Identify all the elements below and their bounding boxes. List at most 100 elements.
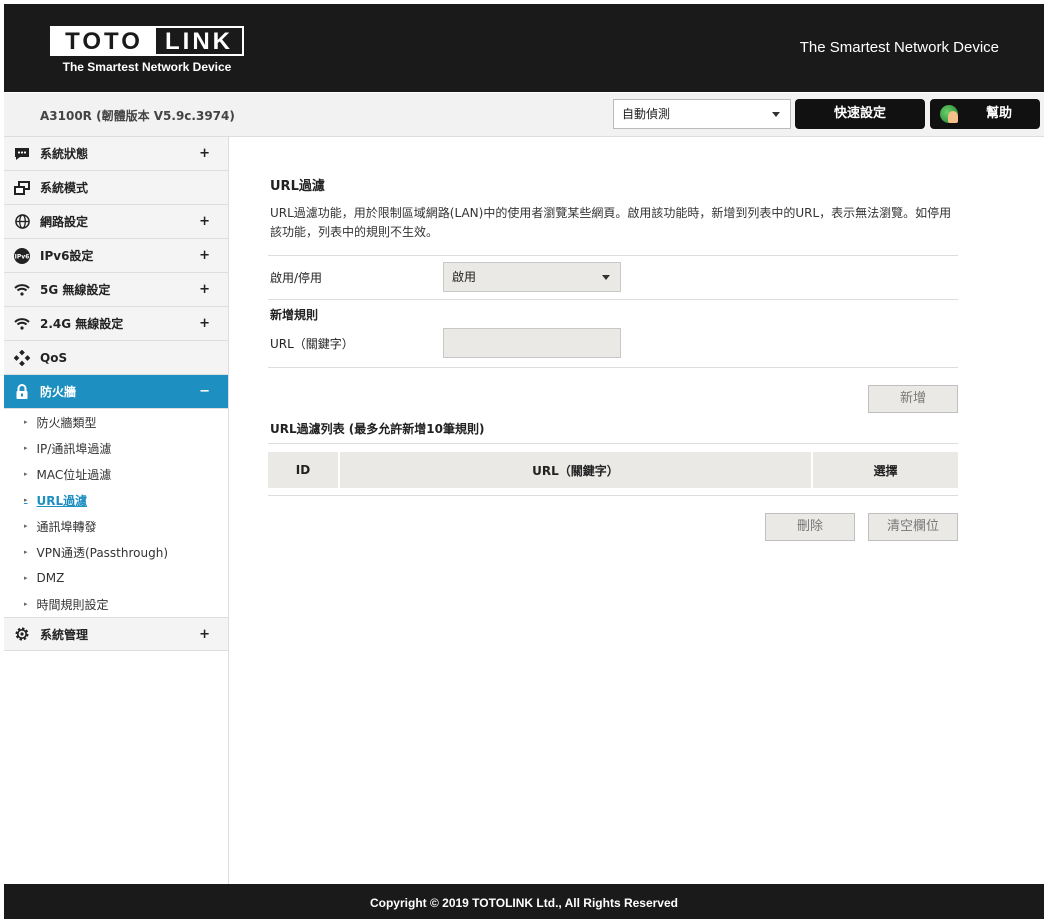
sidebar-subitem-label: URL過濾 [36,493,88,508]
sidebar-item-firewall[interactable]: 防火牆 − [4,375,228,409]
main-content: URL過濾 URL過濾功能，用於限制區域網路(LAN)中的使用者瀏覽某些網頁。啟… [230,137,1044,884]
sidebar-item-label: 系統狀態 [40,147,89,161]
expand-icon[interactable]: + [199,146,210,161]
page-title: URL過濾 [270,179,325,194]
expand-icon[interactable]: + [199,316,210,331]
sidebar-subitem-url-filter[interactable]: ▸ URL過濾 [4,487,228,513]
help-button-label: 幫助 [985,106,1012,121]
divider [268,299,958,300]
url-filter-table-header: ID URL（關鍵字） 選擇 [268,452,958,488]
sidebar-subitem-label: IP/通訊埠過濾 [36,441,112,456]
qos-icon [14,349,30,366]
windows-icon [14,180,30,196]
sidebar-item-wireless-24g[interactable]: 2.4G 無線設定 + [4,307,228,341]
logo-tagline: The Smartest Network Device [62,60,232,74]
sidebar-item-system-status[interactable]: 系統狀態 + [4,137,228,171]
sidebar-subitem-vpn-passthrough[interactable]: ▸ VPN通透(Passthrough) [4,539,228,565]
sidebar-item-label: 5G 無線設定 [40,283,111,297]
chat-bubble-icon [14,146,30,162]
sidebar-subitem-label: DMZ [36,571,65,585]
column-header-select: 選擇 [811,452,958,488]
logo-text-toto: TOTO [52,28,156,55]
bullet-icon: ▸ [24,574,28,582]
column-header-id: ID [268,452,338,488]
bullet-icon: ▸ [24,548,28,556]
language-select[interactable]: 自動偵測 [613,99,791,129]
sidebar-item-label: IPv6設定 [40,249,94,263]
expand-icon[interactable]: + [199,282,210,297]
sidebar-item-system-admin[interactable]: 系統管理 + [4,617,228,651]
url-keyword-input[interactable] [443,328,621,358]
sidebar-item-qos[interactable]: QoS [4,341,228,375]
logo-box: TOTO LINK [50,26,244,56]
expand-icon[interactable]: + [199,214,210,229]
sidebar-item-label: 網路設定 [40,215,89,229]
divider [268,495,958,496]
add-button[interactable]: 新增 [868,385,958,413]
header-bar: TOTO LINK The Smartest Network Device Th… [4,4,1044,92]
sidebar-subitem-mac-filter[interactable]: ▸ MAC位址過濾 [4,461,228,487]
logo-text-link: LINK [165,28,233,55]
totolink-logo[interactable]: TOTO LINK The Smartest Network Device [50,26,244,82]
ipv6-icon: IPv6 [14,247,30,264]
sidebar-nav: 系統狀態 + 系統模式 網路設定 + IPv6 IPv6設定 + 5G 無線設定… [4,137,229,884]
expand-icon[interactable]: + [199,248,210,263]
sidebar-subitem-port-forward[interactable]: ▸ 通訊埠轉發 [4,513,228,539]
enable-select[interactable]: 啟用 [443,262,621,292]
sidebar-item-label: 2.4G 無線設定 [40,317,124,331]
header-slogan: The Smartest Network Device [799,39,999,56]
enable-label: 啟用/停用 [270,271,323,285]
help-button[interactable]: 幫助 [930,99,1040,129]
clear-fields-button[interactable]: 清空欄位 [868,513,958,541]
sidebar-item-system-mode[interactable]: 系統模式 [4,171,228,205]
sidebar-subitem-ip-port-filter[interactable]: ▸ IP/通訊埠過濾 [4,435,228,461]
sidebar-subitem-label: VPN通透(Passthrough) [36,545,169,560]
wifi-icon [14,282,30,298]
bullet-icon: ▸ [24,600,28,608]
add-rule-heading: 新增規則 [270,308,319,322]
help-globe-icon [940,105,958,123]
sidebar-subitem-label: 時間規則設定 [36,597,109,612]
sidebar-subitem-firewall-type[interactable]: ▸ 防火牆類型 [4,409,228,435]
language-select-value: 自動偵測 [622,107,671,121]
sidebar-item-wireless-5g[interactable]: 5G 無線設定 + [4,273,228,307]
divider [268,367,958,368]
sidebar-item-label: QoS [40,350,68,365]
sidebar-item-label: 防火牆 [40,385,77,399]
footer-copyright: Copyright © 2019 TOTOLINK Ltd., All Righ… [4,884,1044,919]
sidebar-item-label: 系統管理 [40,627,89,642]
gear-icon [14,626,30,642]
url-keyword-label: URL（關鍵字） [270,337,354,351]
bullet-icon: ▸ [24,496,28,504]
sidebar-subitem-schedule[interactable]: ▸ 時間規則設定 [4,591,228,617]
page-description: URL過濾功能，用於限制區域網路(LAN)中的使用者瀏覽某些網頁。啟用該功能時，… [270,206,952,239]
sidebar-subitem-dmz[interactable]: ▸ DMZ [4,565,228,591]
quick-setup-button[interactable]: 快速設定 [795,99,925,129]
chevron-down-icon [602,275,610,280]
sidebar-item-network[interactable]: 網路設定 + [4,205,228,239]
delete-button[interactable]: 刪除 [765,513,855,541]
wifi-icon [14,316,30,332]
globe-icon [14,214,30,230]
svg-text:IPv6: IPv6 [15,253,30,260]
sidebar-item-label: 系統模式 [40,181,89,195]
firmware-version: A3100R (韌體版本 V5.9c.3974) [40,109,235,123]
expand-icon[interactable]: + [199,627,210,642]
lock-icon [14,383,30,400]
enable-select-value: 啟用 [452,270,477,284]
list-heading: URL過濾列表 (最多允許新增10筆規則) [270,422,485,436]
divider [268,443,958,444]
sidebar-subitem-label: MAC位址過濾 [36,467,112,482]
sidebar-subitem-label: 防火牆類型 [36,415,97,430]
column-header-url: URL（關鍵字） [338,452,811,488]
sidebar-item-ipv6[interactable]: IPv6 IPv6設定 + [4,239,228,273]
chevron-down-icon [772,112,780,117]
bullet-icon: ▸ [24,470,28,478]
subheader-bar: A3100R (韌體版本 V5.9c.3974) 自動偵測 快速設定 幫助 [4,93,1044,137]
bullet-icon: ▸ [24,444,28,452]
sidebar-subitem-label: 通訊埠轉發 [36,519,97,534]
bullet-icon: ▸ [24,418,28,426]
bullet-icon: ▸ [24,522,28,530]
collapse-icon[interactable]: − [199,384,210,399]
divider [268,255,958,256]
